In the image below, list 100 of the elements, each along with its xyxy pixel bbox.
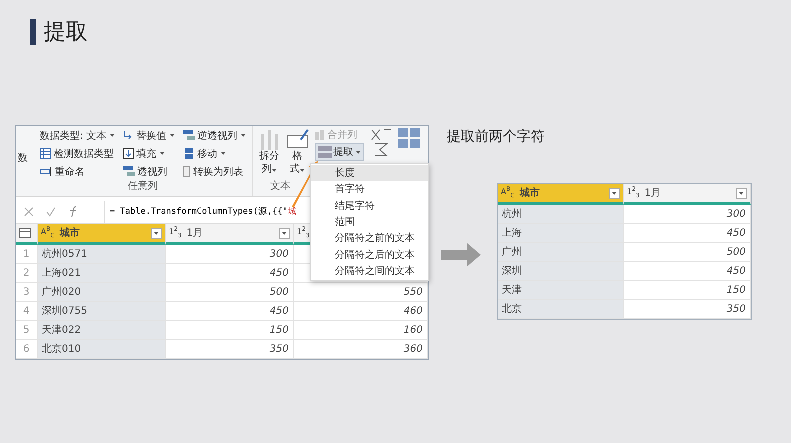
button-label: 移动 <box>198 148 218 160</box>
format-button[interactable]: 格 式 <box>286 128 309 176</box>
table-cell: 杭州0571 <box>38 245 166 264</box>
table-cell: 上海021 <box>38 264 166 283</box>
ribbon-button[interactable]: 检测数据类型 <box>40 146 115 161</box>
table-cell: 350 <box>166 340 294 359</box>
table-cell: 460 <box>294 302 428 321</box>
caret-icon <box>739 192 744 194</box>
check-icon[interactable] <box>46 207 56 218</box>
column-header[interactable]: A$^{B}$$_{C}$ 城市 <box>38 224 166 245</box>
result-caption: 提取前两个字符 <box>447 128 545 146</box>
menu-item[interactable]: 分隔符之后的文本 <box>311 246 428 263</box>
row-number: 1 <box>16 245 38 264</box>
dropdown-button[interactable] <box>736 188 747 198</box>
dropdown-button[interactable] <box>151 228 162 238</box>
row-number: 3 <box>16 283 38 302</box>
table-cell: 天津 <box>498 281 624 300</box>
caret-icon <box>282 232 287 234</box>
title-accent-bar <box>30 19 36 45</box>
table-cell: 500 <box>624 243 751 262</box>
button-label: 替换值 <box>136 130 167 142</box>
column-header[interactable]: A$^{B}$$_{C}$ 城市 <box>498 184 624 205</box>
extract-button[interactable]: 提取 <box>314 143 364 161</box>
ribbon-button[interactable]: 转换为列表 <box>182 164 246 179</box>
table-icon <box>40 148 51 159</box>
menu-item[interactable]: 分隔符之间的文本 <box>311 262 428 280</box>
table-cell: 450 <box>166 264 294 283</box>
table-cell: 广州020 <box>38 283 166 302</box>
ribbon-button[interactable]: 替换值 <box>122 128 175 143</box>
button-label: 重命名 <box>55 166 85 178</box>
calculator-icon <box>398 128 420 148</box>
table-cell: 500 <box>166 283 294 302</box>
caret-icon <box>272 169 278 172</box>
ribbon-button[interactable]: 透视列 <box>122 164 175 179</box>
dropdown-button[interactable] <box>279 228 290 238</box>
move-icon <box>182 148 195 159</box>
row-number: 6 <box>16 340 38 359</box>
button-label: 逆透视列 <box>198 130 238 142</box>
table-cell: 300 <box>166 245 294 264</box>
caret-icon <box>154 232 159 234</box>
caret-icon <box>220 152 226 155</box>
pivot-icon <box>182 130 195 141</box>
table-cell: 450 <box>624 224 751 243</box>
table-cell: 深圳0755 <box>38 302 166 321</box>
caret-icon <box>170 134 175 137</box>
caret-icon <box>160 152 165 155</box>
table-cell: 160 <box>294 321 428 340</box>
button-label: 透视列 <box>138 166 168 178</box>
ribbon-button[interactable]: 逆透视列 <box>182 128 246 143</box>
table-cell: 300 <box>624 205 751 224</box>
row-number: 5 <box>16 321 38 340</box>
replace-icon <box>122 130 134 141</box>
slide-title: 提取 <box>44 19 88 47</box>
dropdown-button[interactable] <box>609 188 620 198</box>
table-cell: 天津022 <box>38 321 166 340</box>
pivot-icon <box>122 166 135 177</box>
row-number: 4 <box>16 302 38 321</box>
table-cell: 350 <box>624 300 751 319</box>
ribbon-button[interactable]: 移动 <box>182 146 246 161</box>
caret-icon <box>240 134 246 137</box>
merge-icon <box>314 130 325 140</box>
button-label: 填充 <box>136 148 157 160</box>
table-icon <box>19 228 31 238</box>
right-arrow-icon <box>441 243 481 267</box>
button-label: 检测数据类型 <box>54 148 114 160</box>
ribbon-button[interactable]: 数据类型: 文本 <box>40 128 115 143</box>
column-header[interactable]: 1$^{2}$$_{3}$ 1月 <box>166 224 294 245</box>
table-cell: 150 <box>166 321 294 340</box>
table-cell: 360 <box>294 340 428 359</box>
table-cell: 150 <box>624 281 751 300</box>
ribbon-button[interactable]: 填充 <box>122 146 175 161</box>
group-label: 文本 <box>270 180 291 194</box>
column-header[interactable]: 1$^{2}$$_{3}$ 1月 <box>624 184 751 205</box>
table-cell: 北京 <box>498 300 624 319</box>
menu-item[interactable]: 长度 <box>311 165 428 182</box>
list-icon <box>182 166 191 177</box>
caret-icon <box>612 192 617 194</box>
row-number: 2 <box>16 264 38 283</box>
table-cell: 550 <box>294 283 428 302</box>
table-cell: 450 <box>624 262 751 281</box>
group-label: 任意列 <box>128 180 158 194</box>
table-cell: 广州 <box>498 243 624 262</box>
caret-icon <box>300 169 306 172</box>
ribbon-label: 数 <box>17 152 29 166</box>
fill-down-icon <box>122 148 134 159</box>
table-cell: 上海 <box>498 224 624 243</box>
menu-item[interactable]: 分隔符之前的文本 <box>311 230 428 246</box>
table-menu-button[interactable] <box>16 224 38 245</box>
split-column-button[interactable]: 拆分 列 <box>258 128 281 176</box>
table-cell: 深圳 <box>498 262 624 281</box>
table-cell: 北京010 <box>38 340 166 359</box>
table-cell: 杭州 <box>498 205 624 224</box>
button-label: 转换为列表 <box>194 166 244 178</box>
caret-icon <box>110 134 115 137</box>
caret-icon <box>356 150 361 154</box>
button-label: 数据类型: 文本 <box>40 130 107 142</box>
table-cell: 450 <box>166 302 294 321</box>
rename-icon <box>40 167 52 176</box>
menu-item[interactable]: 首字符 <box>311 181 428 198</box>
ribbon-button[interactable]: 重命名 <box>40 164 115 179</box>
